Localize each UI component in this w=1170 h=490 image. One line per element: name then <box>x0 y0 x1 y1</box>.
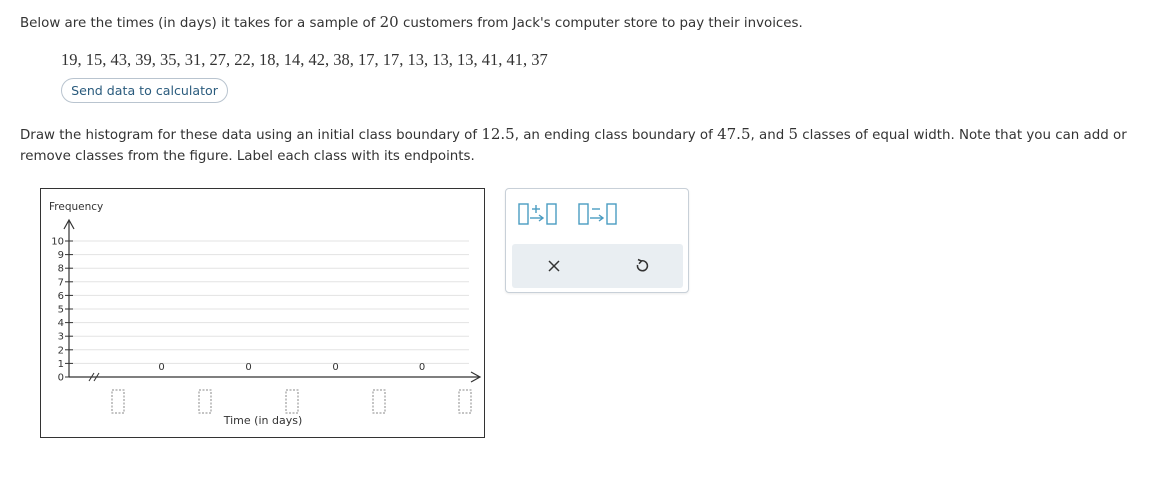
bar-frequency-label: 0 <box>158 362 164 373</box>
class-boundary-input[interactable] <box>111 389 125 414</box>
bar-frequency-label: 0 <box>245 362 251 373</box>
question-instructions: Draw the histogram for these data using … <box>20 125 1127 164</box>
add-class-button[interactable] <box>516 201 566 227</box>
initial-boundary: 12.5 <box>481 125 515 143</box>
y-tick-label: 2 <box>58 345 64 356</box>
ending-boundary: 47.5 <box>717 125 751 143</box>
remove-class-icon <box>578 203 617 225</box>
data-values: 19, 15, 43, 39, 35, 31, 27, 22, 18, 14, … <box>61 50 548 69</box>
action-bar <box>512 244 683 288</box>
y-tick-label: 8 <box>58 264 64 275</box>
undo-button[interactable] <box>622 252 662 280</box>
bar-frequency-label: 0 <box>419 362 425 373</box>
y-tick-label: 7 <box>58 277 64 288</box>
x-icon <box>548 260 560 272</box>
class-count: 5 <box>788 125 799 143</box>
add-class-icon <box>518 203 557 225</box>
y-tick-label: 4 <box>58 318 64 329</box>
undo-icon <box>636 258 649 272</box>
class-boundary-input[interactable] <box>285 389 299 414</box>
bar-frequency-label: 0 <box>332 362 338 373</box>
clear-button[interactable] <box>534 252 574 280</box>
x-axis-label: Time (in days) <box>223 414 303 427</box>
y-tick-label: 9 <box>58 250 64 261</box>
y-tick-label: 6 <box>58 291 64 302</box>
y-tick-label: 5 <box>58 305 64 316</box>
sample-size: 20 <box>379 13 399 31</box>
y-tick-label: 1 <box>58 359 64 370</box>
question-intro: Below are the times (in days) it takes f… <box>20 13 803 31</box>
class-boundary-input[interactable] <box>198 389 212 414</box>
y-tick-label: 3 <box>58 332 64 343</box>
histogram-graph[interactable]: Frequency 0 1 2 3 4 5 6 7 8 9 10 0 0 0 0 Time (in day… <box>40 188 485 438</box>
y-axis-label: Frequency <box>49 201 103 213</box>
class-boundary-input[interactable] <box>372 389 386 414</box>
y-tick-label: 0 <box>58 373 64 384</box>
remove-class-button[interactable] <box>576 201 626 227</box>
y-tick-label: 10 <box>51 237 64 248</box>
send-data-button[interactable]: Send data to calculator <box>61 78 228 103</box>
histogram-toolbar <box>505 188 689 293</box>
class-boundary-input[interactable] <box>458 389 472 414</box>
histogram-canvas[interactable]: Frequency 0 1 2 3 4 5 6 7 8 9 10 0 0 0 0 Time (in day… <box>41 189 484 437</box>
